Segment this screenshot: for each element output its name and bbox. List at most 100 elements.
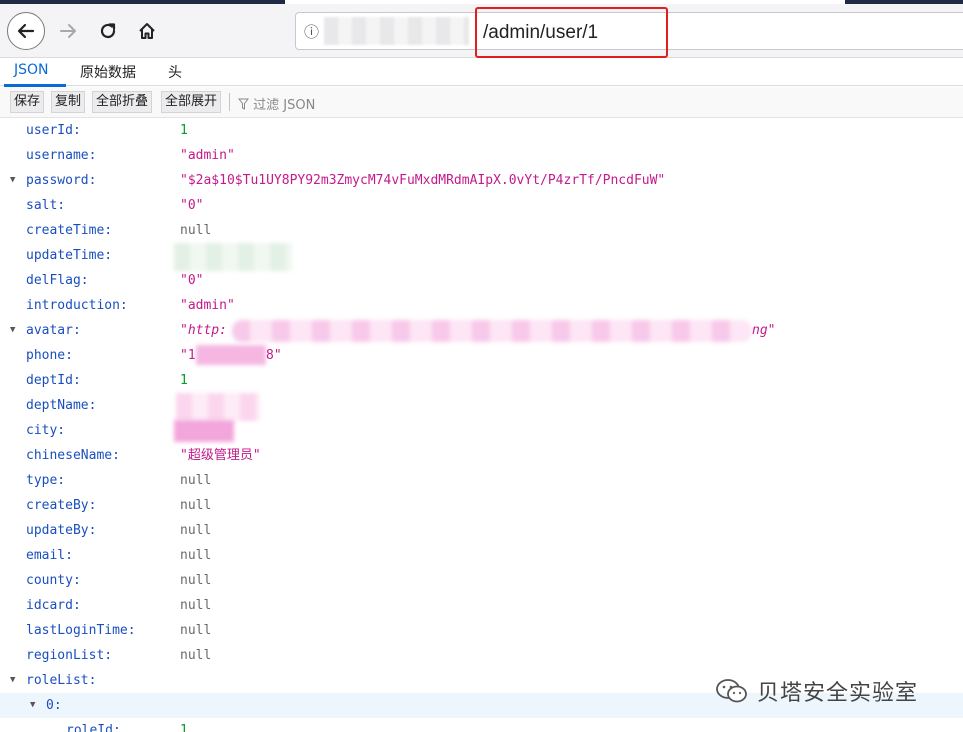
json-row[interactable]: type: null — [0, 468, 963, 493]
json-value: "admin" — [180, 298, 235, 313]
json-row[interactable]: regionList: null — [0, 643, 963, 668]
json-key: introduction: — [26, 298, 128, 313]
json-value: 1 — [180, 123, 188, 138]
home-button[interactable] — [129, 13, 165, 49]
watermark-text: 贝塔安全实验室 — [757, 681, 919, 706]
json-key: roleId: — [66, 723, 121, 732]
home-icon — [139, 23, 155, 39]
json-key: idcard: — [26, 598, 81, 613]
json-row[interactable]: createBy: null — [0, 493, 963, 518]
json-row[interactable]: introduction: "admin" — [0, 293, 963, 318]
json-key: updateBy: — [26, 523, 97, 538]
json-value: "0" — [180, 273, 204, 288]
json-row[interactable]: updateBy: null — [0, 518, 963, 543]
json-key: deptName: — [26, 398, 97, 413]
json-row[interactable]: city: — [0, 418, 963, 443]
json-key: roleList: — [26, 673, 97, 688]
json-row[interactable]: salt: "0" — [0, 193, 963, 218]
redacted-value — [174, 243, 292, 271]
json-row[interactable]: ▼ avatar: "http: ng" — [0, 318, 963, 343]
json-row[interactable]: username: "admin" — [0, 143, 963, 168]
json-key: email: — [26, 548, 73, 563]
redacted-value — [232, 320, 752, 342]
json-tree: userId: 1 username: "admin" ▼ password: "$2a$1… — [0, 118, 963, 732]
info-icon: ⓘ — [304, 23, 320, 41]
json-row[interactable]: lastLoginTime: null — [0, 618, 963, 643]
json-value: null — [180, 548, 212, 563]
expand-toggle-icon[interactable]: ▼ — [10, 168, 15, 193]
watermark: 贝塔安全实验室 — [715, 676, 935, 706]
json-row[interactable]: updateTime: — [0, 243, 963, 271]
json-key: userId: — [26, 123, 81, 138]
json-value: null — [180, 498, 212, 513]
viewer-tabs: JSON 原始数据 头 — [0, 58, 963, 86]
json-key: chineseName: — [26, 448, 120, 463]
json-toolbar: 保存 复制 全部折叠 全部展开 过滤 JSON — [0, 87, 963, 118]
arrow-left-icon — [17, 23, 35, 39]
redacted-host — [324, 17, 469, 45]
json-key: deptId: — [26, 373, 81, 388]
json-row[interactable]: email: null — [0, 543, 963, 568]
json-key: username: — [26, 148, 97, 163]
redacted-value — [176, 393, 260, 421]
tab-json[interactable]: JSON — [14, 62, 49, 78]
highlight-box — [475, 7, 668, 58]
json-key: updateTime: — [26, 248, 113, 263]
json-value: null — [180, 523, 212, 538]
json-row[interactable]: delFlag: "0" — [0, 268, 963, 293]
json-key: password: — [26, 173, 97, 188]
reload-icon — [100, 23, 116, 39]
json-value-end: ng" — [752, 323, 776, 338]
json-key: salt: — [26, 198, 66, 213]
json-row[interactable]: roleId: 1 — [0, 718, 963, 732]
redacted-value — [196, 345, 266, 365]
json-value-start: "1 — [180, 348, 196, 363]
json-value: null — [180, 648, 212, 663]
json-row[interactable]: deptName: — [0, 393, 963, 421]
json-value: null — [180, 623, 212, 638]
json-key: city: — [26, 423, 66, 438]
json-value: "0" — [180, 198, 204, 213]
forward-button[interactable] — [50, 13, 86, 49]
json-value: "超级管理员" — [180, 448, 261, 463]
json-row[interactable]: phone: "1 8" — [0, 343, 963, 368]
json-value: "admin" — [180, 148, 235, 163]
json-value: "$2a$10$Tu1UY8PY92m3ZmycM74vFuMxdMRdmAIp… — [180, 173, 666, 188]
wechat-icon — [716, 679, 747, 703]
expand-all-button[interactable]: 全部展开 — [161, 91, 222, 113]
json-row[interactable]: deptId: 1 — [0, 368, 963, 393]
json-row[interactable]: idcard: null — [0, 593, 963, 618]
filter-placeholder: 过滤 JSON — [253, 98, 316, 113]
collapse-all-button[interactable]: 全部折叠 — [92, 91, 153, 113]
toolbar-divider — [229, 93, 230, 111]
json-value-end: 8" — [266, 348, 282, 363]
save-button[interactable]: 保存 — [10, 91, 45, 113]
expand-toggle-icon[interactable]: ▼ — [10, 318, 15, 343]
json-row[interactable]: chineseName: "超级管理员" — [0, 443, 963, 468]
back-button[interactable] — [7, 12, 45, 50]
json-row[interactable]: userId: 1 — [0, 118, 963, 143]
expand-toggle-icon[interactable]: ▼ — [10, 668, 15, 693]
copy-button[interactable]: 复制 — [51, 91, 86, 113]
json-value-start: "http: — [180, 323, 227, 338]
json-value: null — [180, 223, 212, 238]
json-key: county: — [26, 573, 81, 588]
reload-button[interactable] — [90, 13, 126, 49]
json-key: avatar: — [26, 323, 81, 338]
json-row[interactable]: county: null — [0, 568, 963, 593]
json-row[interactable]: createTime: null — [0, 218, 963, 243]
json-key: 0: — [46, 698, 62, 713]
json-key: type: — [26, 473, 66, 488]
json-value: 1 — [180, 723, 188, 732]
json-key: delFlag: — [26, 273, 89, 288]
json-value: 1 — [180, 373, 188, 388]
json-key: lastLoginTime: — [26, 623, 136, 638]
tab-headers[interactable]: 头 — [168, 62, 182, 82]
tab-raw-data[interactable]: 原始数据 — [80, 62, 136, 82]
expand-toggle-icon[interactable]: ▼ — [30, 693, 35, 718]
json-row[interactable]: ▼ password: "$2a$10$Tu1UY8PY92m3ZmycM74vFu… — [0, 168, 963, 193]
json-key: phone: — [26, 348, 73, 363]
json-key: createTime: — [26, 223, 113, 238]
filter-json-input[interactable]: 过滤 JSON — [237, 94, 316, 113]
json-value: null — [180, 573, 212, 588]
